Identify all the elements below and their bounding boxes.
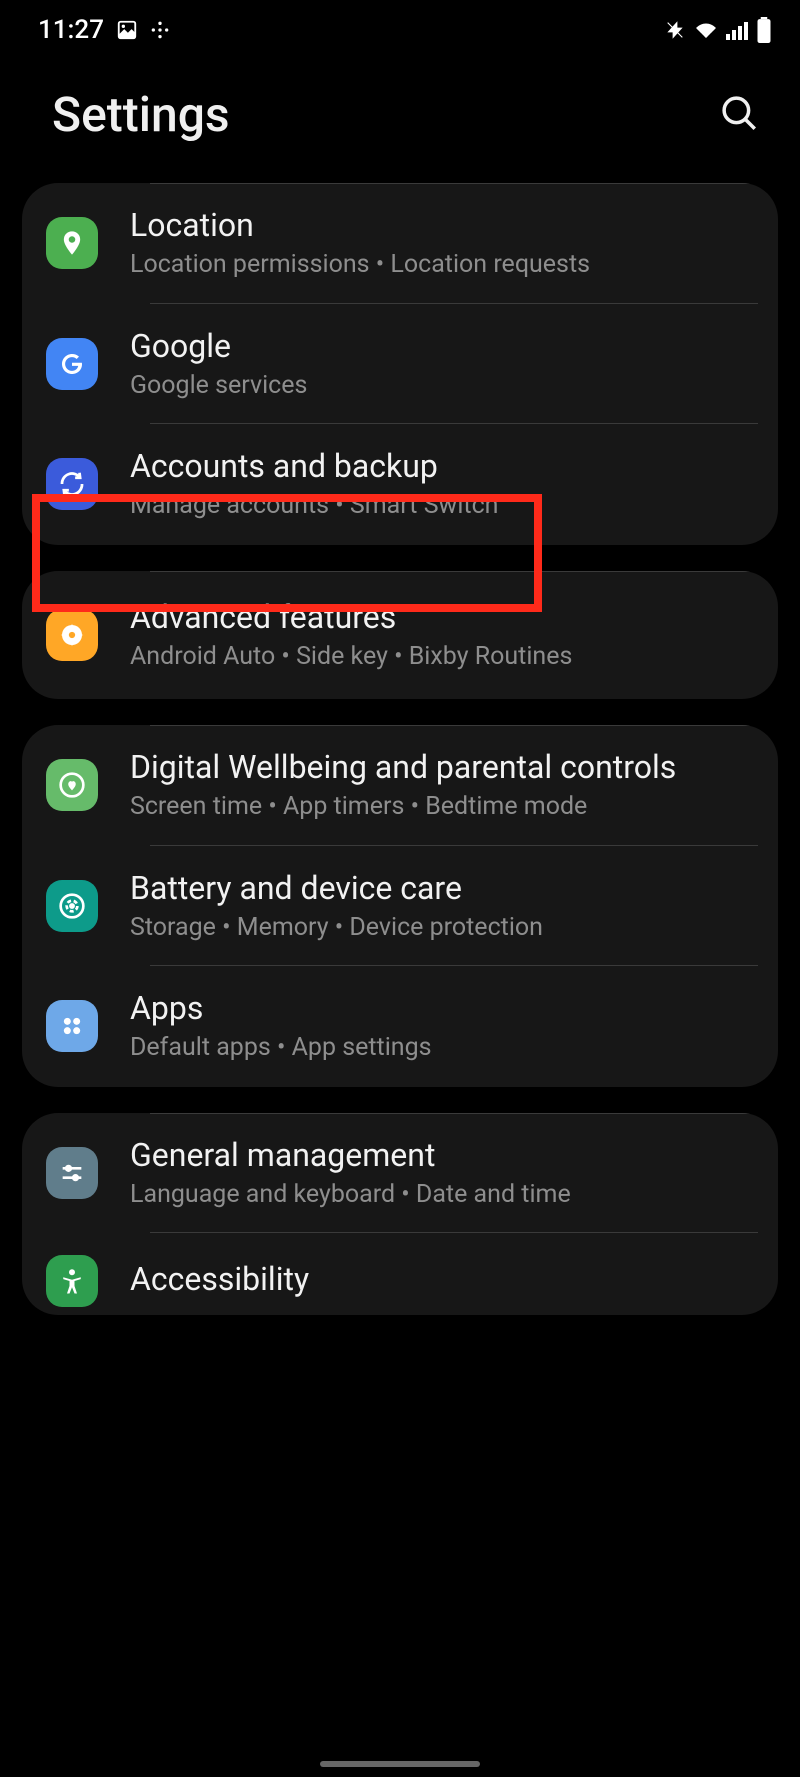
wellbeing-icon	[46, 759, 98, 811]
item-title: Location	[130, 205, 758, 245]
item-subtitle: Android Auto • Side key • Bixby Routines	[130, 641, 758, 674]
settings-list: Location Location permissions • Location…	[0, 183, 800, 1315]
app-grid-icon	[150, 20, 170, 40]
settings-item-accounts-backup[interactable]: Accounts and backup Manage accounts • Sm…	[22, 424, 778, 545]
google-icon	[46, 338, 98, 390]
settings-item-accessibility[interactable]: Accessibility	[22, 1233, 778, 1315]
page-header: Settings	[0, 54, 800, 183]
settings-item-location[interactable]: Location Location permissions • Location…	[22, 183, 778, 304]
accessibility-icon	[46, 1255, 98, 1307]
settings-group: Digital Wellbeing and parental controls …	[22, 725, 778, 1087]
item-title: Battery and device care	[130, 868, 758, 908]
status-bar: 11:27	[0, 0, 800, 54]
settings-item-advanced[interactable]: Advanced features Android Auto • Side ke…	[22, 571, 778, 700]
settings-item-apps[interactable]: Apps Default apps • App settings	[22, 966, 778, 1087]
settings-item-general[interactable]: General management Language and keyboard…	[22, 1113, 778, 1234]
item-subtitle: Manage accounts • Smart Switch	[130, 490, 758, 523]
battery-icon	[756, 17, 772, 43]
apps-icon	[46, 1000, 98, 1052]
status-right	[664, 17, 772, 43]
location-icon	[46, 217, 98, 269]
signal-icon	[726, 20, 748, 40]
item-subtitle: Storage • Memory • Device protection	[130, 912, 758, 945]
advanced-icon	[46, 609, 98, 661]
sync-icon	[46, 458, 98, 510]
home-indicator[interactable]	[320, 1761, 480, 1767]
item-subtitle: Location permissions • Location requests	[130, 249, 758, 282]
settings-item-wellbeing[interactable]: Digital Wellbeing and parental controls …	[22, 725, 778, 846]
settings-group: Location Location permissions • Location…	[22, 183, 778, 545]
settings-group: General management Language and keyboard…	[22, 1113, 778, 1316]
settings-item-battery[interactable]: Battery and device care Storage • Memory…	[22, 846, 778, 967]
battery-care-icon	[46, 880, 98, 932]
item-title: Digital Wellbeing and parental controls	[130, 747, 758, 787]
picture-icon	[116, 19, 138, 41]
settings-group: Advanced features Android Auto • Side ke…	[22, 571, 778, 700]
item-title: General management	[130, 1135, 758, 1175]
wifi-icon	[694, 20, 718, 40]
item-title: Accessibility	[130, 1259, 758, 1299]
item-title: Accounts and backup	[130, 446, 758, 486]
item-subtitle: Language and keyboard • Date and time	[130, 1179, 758, 1212]
item-title: Apps	[130, 988, 758, 1028]
item-title: Advanced features	[130, 597, 758, 637]
item-subtitle: Default apps • App settings	[130, 1032, 758, 1065]
item-subtitle: Screen time • App timers • Bedtime mode	[130, 791, 758, 824]
vibrate-icon	[664, 19, 686, 41]
status-time: 11:27	[38, 15, 104, 45]
sliders-icon	[46, 1147, 98, 1199]
item-subtitle: Google services	[130, 370, 758, 403]
item-title: Google	[130, 326, 758, 366]
page-title: Settings	[52, 86, 230, 143]
search-button[interactable]	[718, 92, 760, 138]
status-left: 11:27	[38, 15, 170, 45]
settings-item-google[interactable]: Google Google services	[22, 304, 778, 425]
